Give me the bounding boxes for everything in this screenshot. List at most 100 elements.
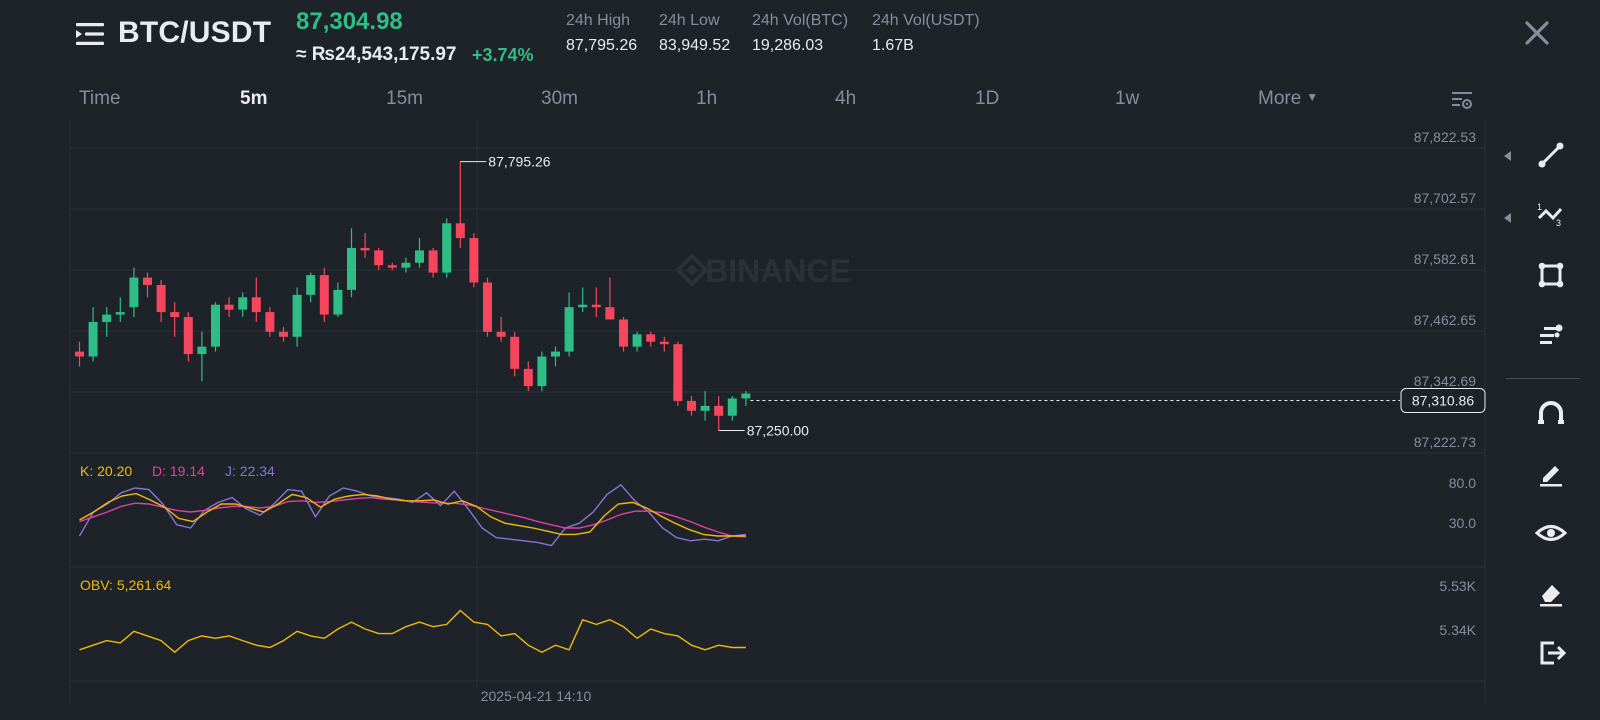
low-price-marker: 87,250.00: [747, 423, 809, 439]
pattern-icon: [1540, 324, 1563, 344]
brush-tool[interactable]: [1534, 456, 1568, 490]
candles: [75, 161, 751, 431]
candle-body: [700, 405, 710, 411]
toolbar-divider: [1506, 378, 1580, 379]
candle-body: [673, 344, 683, 401]
candle-body: [537, 356, 547, 387]
candle-body: [224, 304, 234, 310]
candle-body: [319, 275, 329, 315]
visibility-toggle[interactable]: [1534, 516, 1568, 550]
high-price-marker: 87,795.26: [488, 154, 550, 170]
candle-body: [619, 319, 628, 347]
candle-body: [523, 368, 533, 387]
candle-body: [741, 393, 751, 399]
exit-tool[interactable]: [1534, 636, 1568, 670]
candle-body: [578, 304, 588, 308]
trend-line-tool[interactable]: [1534, 138, 1568, 172]
candle-body: [659, 341, 669, 345]
candle-body: [727, 398, 737, 416]
candle-body: [306, 275, 316, 295]
price-axis-label: 87,222.73: [1414, 434, 1476, 450]
kdj-d-label: D: 19.14: [152, 463, 205, 479]
candle-body: [197, 346, 207, 355]
candle-body: [170, 312, 180, 318]
candle-body: [333, 289, 343, 315]
rectangle-icon: [1538, 262, 1564, 288]
rectangle-tool[interactable]: [1534, 258, 1568, 292]
candle-body: [401, 262, 411, 268]
kdj-axis-label: 80.0: [1449, 475, 1476, 491]
kdj-k-line: [79, 492, 746, 537]
candle-body: [183, 317, 193, 355]
candle-body: [374, 250, 384, 266]
price-axis-label: 87,822.53: [1414, 129, 1476, 145]
candle-body: [75, 351, 84, 357]
candle-body: [442, 223, 452, 273]
candle-body: [279, 331, 288, 337]
obv-line: [79, 609, 746, 654]
candle-body: [591, 304, 601, 308]
kdj-j-line: [78, 483, 746, 547]
candle-body: [387, 265, 397, 268]
obv-axis-label: 5.34K: [1439, 622, 1476, 638]
candle-body: [251, 297, 261, 313]
candle-body: [292, 294, 302, 337]
kdj-axis-label: 30.0: [1449, 515, 1476, 531]
candle-body: [646, 334, 656, 342]
candle-body: [714, 405, 724, 416]
candle-body: [687, 400, 696, 411]
candle-body: [102, 314, 112, 322]
candlestick-chart[interactable]: BINANCE 87,822.53 87,702.57 87,582.61 87,46…: [0, 0, 1500, 720]
candle-body: [551, 351, 560, 357]
candle-body: [115, 312, 125, 315]
fibonacci-icon: 1 3: [1537, 202, 1563, 228]
candle-body: [129, 277, 139, 308]
candle-body: [469, 238, 479, 283]
kdj-j-label: J: 22.34: [225, 463, 275, 479]
candle-body: [143, 277, 152, 285]
candle-body: [564, 307, 574, 352]
candle-body: [211, 304, 220, 347]
close-icon[interactable]: [1524, 20, 1550, 46]
candle-body: [265, 312, 275, 332]
time-axis-label: 2025-04-21 14:10: [481, 688, 592, 704]
price-axis-label: 87,342.69: [1414, 373, 1476, 389]
flyout-indicator-icon: [1504, 151, 1511, 161]
candle-body: [156, 284, 166, 313]
candle-body: [428, 250, 438, 273]
candle-body: [483, 282, 492, 332]
trend-line-icon: [1538, 142, 1564, 168]
drawing-toolbar: 1 3: [1504, 138, 1600, 718]
candle-body: [415, 250, 424, 263]
svg-text:1: 1: [1537, 202, 1542, 212]
magnet-tool[interactable]: [1534, 396, 1568, 430]
candle-body: [238, 297, 248, 310]
exit-icon: [1540, 641, 1567, 665]
pattern-tool[interactable]: [1534, 318, 1568, 352]
binance-watermark: BINANCE: [705, 253, 851, 289]
current-price-label: 87,310.86: [1412, 393, 1474, 409]
svg-text:3: 3: [1556, 218, 1561, 228]
fibonacci-tool[interactable]: 1 3: [1534, 198, 1568, 232]
price-axis-label: 87,462.65: [1414, 312, 1476, 328]
pencil-icon: [1540, 466, 1562, 487]
flyout-indicator-icon: [1504, 213, 1511, 223]
candle-body: [510, 336, 520, 369]
candle-body: [347, 247, 356, 290]
candle-body: [360, 247, 370, 251]
eraser-icon: [1540, 585, 1562, 607]
obv-axis-label: 5.53K: [1439, 578, 1476, 594]
candle-body: [605, 307, 615, 320]
price-axis-label: 87,702.57: [1414, 190, 1476, 206]
kdj-k-label: K: 20.20: [80, 463, 132, 479]
candle-body: [632, 334, 642, 347]
candle-body: [496, 331, 506, 337]
price-axis-label: 87,582.61: [1414, 251, 1476, 267]
magnet-icon: [1538, 401, 1564, 424]
eye-icon: [1534, 525, 1568, 541]
obv-label: OBV: 5,261.64: [80, 577, 172, 593]
eraser-tool[interactable]: [1534, 576, 1568, 610]
kdj-d-line: [79, 496, 746, 538]
candle-body: [455, 223, 465, 239]
candle-body: [88, 321, 98, 357]
